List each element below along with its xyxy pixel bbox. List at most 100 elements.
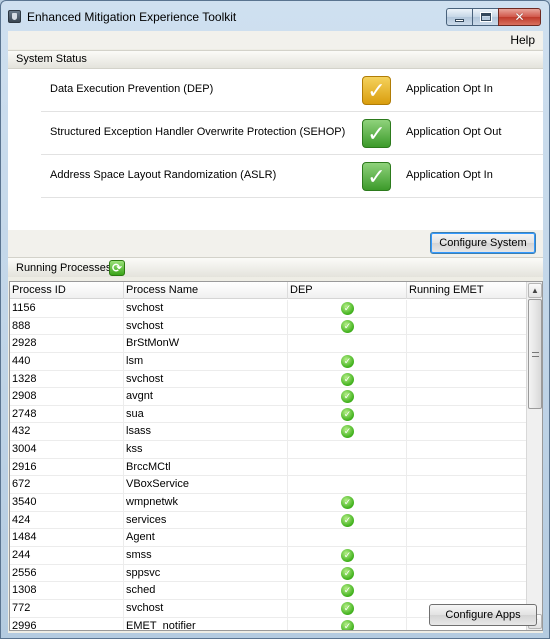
configure-apps-button[interactable]: Configure Apps [429,604,537,626]
cell-process-name: sppsvc [124,564,288,582]
emet-window: Enhanced Mitigation Experience Toolkit ✕… [0,0,550,639]
status-value: Application Opt In [406,83,493,95]
title-bar[interactable]: Enhanced Mitigation Experience Toolkit ✕ [1,1,549,31]
running-processes-label: Running Processes [16,262,112,274]
status-value: Application Opt Out [406,126,502,138]
refresh-icon[interactable]: ⟳ [109,260,125,276]
client-area: Help System Status Data Execution Preven… [8,31,543,633]
cell-process-name: svchost [124,370,288,388]
dep-enabled-icon: ✓ [341,425,354,439]
cell-dep: ✓ [288,564,407,582]
cell-process-name: BrccMCtl [124,458,288,476]
process-table[interactable]: Process ID Process Name DEP Running EMET… [9,281,543,631]
dep-enabled-icon: ✓ [341,601,354,615]
table-body: 1156 svchost ✓ 888 svchost ✓ 2928 BrStMonW 440 ls… [10,300,528,630]
table-row[interactable]: 1484 Agent [10,529,528,547]
cell-running-emet [407,494,528,511]
status-name: Address Space Layout Randomization (ASLR… [50,169,277,181]
table-row[interactable]: 1156 svchost ✓ [10,300,528,318]
table-row[interactable]: 1328 svchost ✓ [10,370,528,389]
caption-buttons: ✕ [446,8,541,26]
table-row[interactable]: 2556 sppsvc ✓ [10,564,528,583]
scroll-thumb[interactable] [528,299,542,409]
dep-enabled-icon: ✓ [341,372,354,386]
table-row[interactable]: 1308 sched ✓ [10,582,528,600]
cell-dep: ✓ [288,300,407,317]
cell-process-id: 424 [10,511,124,529]
status-row-sehop: Structured Exception Handler Overwrite P… [41,112,543,155]
table-row[interactable]: 2916 BrccMCtl [10,458,528,477]
column-dep[interactable]: DEP [288,282,407,299]
column-running-emet[interactable]: Running EMET [407,282,528,299]
scroll-up-icon[interactable]: ▲ [528,283,542,298]
system-status-panel: Data Execution Prevention (DEP) ✓ Applic… [8,69,543,230]
cell-process-name: Agent [124,529,288,546]
status-value: Application Opt In [406,169,493,181]
running-processes-header: Running Processes ⟳ [8,257,543,277]
cell-dep: ✓ [288,352,407,370]
cell-process-name: wmpnetwk [124,494,288,511]
menu-help[interactable]: Help [510,33,535,47]
cell-process-name: sched [124,582,288,599]
cell-process-name: BrStMonW [124,335,288,352]
dep-enabled-icon: ✓ [341,407,354,421]
cell-process-id: 2916 [10,458,124,476]
maximize-icon [479,12,492,22]
table-row[interactable]: 3004 kss [10,441,528,459]
cell-running-emet [407,511,528,529]
table-row[interactable]: 244 smss ✓ [10,546,528,565]
cell-running-emet [407,388,528,405]
cell-dep [288,441,407,458]
cell-process-id: 3004 [10,441,124,458]
cell-process-id: 1328 [10,370,124,388]
table-row[interactable]: 2748 sua ✓ [10,405,528,424]
cell-process-name: smss [124,546,288,564]
status-row-dep: Data Execution Prevention (DEP) ✓ Applic… [41,69,543,112]
close-button[interactable]: ✕ [498,8,541,26]
cell-process-id: 2748 [10,405,124,423]
table-row[interactable]: 2928 BrStMonW [10,335,528,353]
cell-dep [288,458,407,476]
table-row[interactable]: 432 lsass ✓ [10,423,528,442]
dep-enabled-icon: ✓ [341,513,354,527]
cell-process-name: VBoxService [124,476,288,494]
cell-process-name: svchost [124,317,288,335]
ok-check-icon: ✓ [362,119,391,148]
cell-running-emet [407,582,528,599]
table-row[interactable]: 3540 wmpnetwk ✓ [10,494,528,512]
cell-process-id: 2928 [10,335,124,352]
cell-process-id: 432 [10,423,124,441]
dep-enabled-icon: ✓ [341,496,354,510]
menu-bar: Help [8,31,543,49]
table-row[interactable]: 440 lsm ✓ [10,352,528,371]
cell-dep: ✓ [288,599,407,617]
cell-process-id: 2556 [10,564,124,582]
table-row[interactable]: 424 services ✓ [10,511,528,530]
minimize-button[interactable] [446,8,472,26]
column-process-name[interactable]: Process Name [124,282,288,299]
cell-process-id: 888 [10,317,124,335]
configure-system-area: Configure System [8,230,543,257]
table-row[interactable]: 888 svchost ✓ [10,317,528,336]
ok-check-icon: ✓ [362,162,391,191]
cell-running-emet [407,546,528,564]
warning-check-icon: ✓ [362,76,391,105]
dep-enabled-icon: ✓ [341,390,354,404]
column-process-id[interactable]: Process ID [10,282,124,299]
cell-dep: ✓ [288,494,407,511]
cell-process-name: svchost [124,300,288,317]
cell-dep [288,529,407,546]
cell-process-id: 440 [10,352,124,370]
configure-system-button[interactable]: Configure System [430,232,536,254]
cell-dep: ✓ [288,423,407,441]
cell-running-emet [407,335,528,352]
cell-process-name: services [124,511,288,529]
maximize-button[interactable] [472,8,498,26]
dep-enabled-icon: ✓ [341,619,354,630]
vertical-scrollbar[interactable]: ▲ ▼ [526,282,542,630]
cell-dep: ✓ [288,405,407,423]
table-row[interactable]: 672 VBoxService [10,476,528,495]
table-row[interactable]: 2908 avgnt ✓ [10,388,528,406]
cell-running-emet [407,476,528,494]
cell-process-id: 772 [10,599,124,617]
